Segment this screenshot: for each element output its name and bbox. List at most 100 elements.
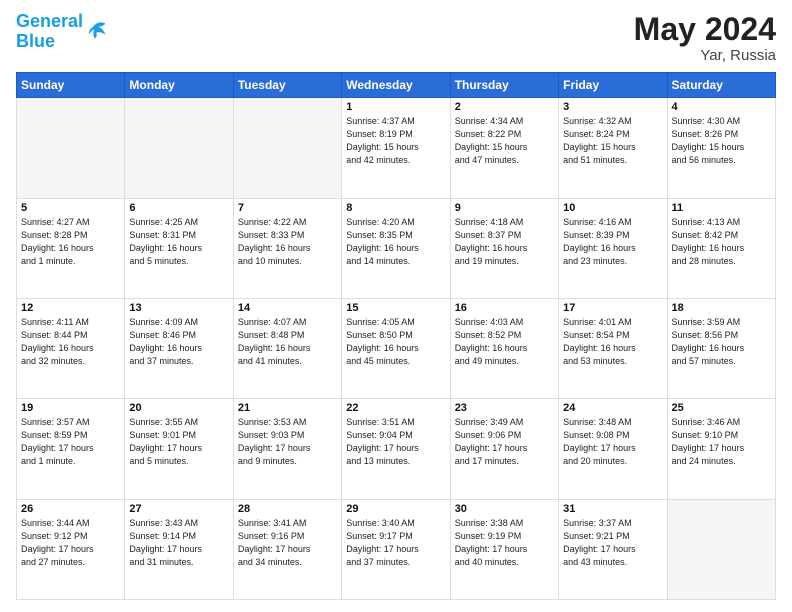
day-info: Sunrise: 4:13 AM Sunset: 8:42 PM Dayligh…: [672, 216, 771, 268]
calendar-title: May 2024: [634, 12, 776, 47]
day-number: 28: [238, 503, 337, 515]
day-info: Sunrise: 4:22 AM Sunset: 8:33 PM Dayligh…: [238, 216, 337, 268]
calendar-cell: 13Sunrise: 4:09 AM Sunset: 8:46 PM Dayli…: [125, 298, 233, 398]
day-number: 1: [346, 101, 445, 113]
calendar-week-4: 19 Sunrise: 3:57 AM Sunset: 8:59 PM Dayli…: [17, 399, 776, 499]
day-info: Sunrise: 3:51 AM Sunset: 9:04 PM Dayligh…: [346, 416, 445, 468]
calendar-cell: 24 Sunrise: 3:48 AM Sunset: 9:08 PM Dayli…: [559, 399, 667, 499]
header: General Blue May 2024 Yar, Russia: [16, 12, 776, 64]
logo: General Blue: [16, 12, 113, 52]
calendar-cell: 15Sunrise: 4:05 AM Sunset: 8:50 PM Dayli…: [342, 298, 450, 398]
day-info: Sunrise: 4:18 AM Sunset: 8:37 PM Dayligh…: [455, 216, 554, 268]
day-number: 25: [672, 402, 771, 414]
column-header-wednesday: Wednesday: [342, 73, 450, 98]
day-info: Sunrise: 3:40 AM Sunset: 9:17 PM Dayligh…: [346, 517, 445, 569]
day-info: Sunrise: 4:34 AM Sunset: 8:22 PM Dayligh…: [455, 115, 554, 167]
calendar-cell: 23 Sunrise: 3:49 AM Sunset: 9:06 PM Dayli…: [450, 399, 558, 499]
column-header-monday: Monday: [125, 73, 233, 98]
column-header-saturday: Saturday: [667, 73, 775, 98]
calendar-cell: 12Sunrise: 4:11 AM Sunset: 8:44 PM Dayli…: [17, 298, 125, 398]
day-number: 9: [455, 202, 554, 214]
day-number: 19: [21, 402, 120, 414]
day-number: 3: [563, 101, 662, 113]
day-info: Sunrise: 4:30 AM Sunset: 8:26 PM Dayligh…: [672, 115, 771, 167]
day-number: 10: [563, 202, 662, 214]
day-info: Sunrise: 3:48 AM Sunset: 9:08 PM Dayligh…: [563, 416, 662, 468]
calendar-header-row: SundayMondayTuesdayWednesdayThursdayFrid…: [17, 73, 776, 98]
day-info: Sunrise: 3:38 AM Sunset: 9:19 PM Dayligh…: [455, 517, 554, 569]
day-info: Sunrise: 3:59 AM Sunset: 8:56 PM Dayligh…: [672, 316, 771, 368]
day-info: Sunrise: 4:37 AM Sunset: 8:19 PM Dayligh…: [346, 115, 445, 167]
day-info: Sunrise: 4:01 AM Sunset: 8:54 PM Dayligh…: [563, 316, 662, 368]
day-info: Sunrise: 3:41 AM Sunset: 9:16 PM Dayligh…: [238, 517, 337, 569]
calendar-cell: 2 Sunrise: 4:34 AM Sunset: 8:22 PM Daylig…: [450, 98, 558, 198]
day-number: 14: [238, 302, 337, 314]
calendar-cell: 16Sunrise: 4:03 AM Sunset: 8:52 PM Dayli…: [450, 298, 558, 398]
calendar-cell: [125, 98, 233, 198]
day-info: Sunrise: 3:46 AM Sunset: 9:10 PM Dayligh…: [672, 416, 771, 468]
day-info: Sunrise: 3:49 AM Sunset: 9:06 PM Dayligh…: [455, 416, 554, 468]
day-number: 30: [455, 503, 554, 515]
logo-text: General Blue: [16, 12, 83, 52]
calendar-cell: 29Sunrise: 3:40 AM Sunset: 9:17 PM Dayli…: [342, 499, 450, 599]
day-number: 26: [21, 503, 120, 515]
day-number: 24: [563, 402, 662, 414]
calendar-week-3: 12Sunrise: 4:11 AM Sunset: 8:44 PM Dayli…: [17, 298, 776, 398]
column-header-thursday: Thursday: [450, 73, 558, 98]
day-info: Sunrise: 4:20 AM Sunset: 8:35 PM Dayligh…: [346, 216, 445, 268]
day-number: 7: [238, 202, 337, 214]
calendar-cell: 1 Sunrise: 4:37 AM Sunset: 8:19 PM Daylig…: [342, 98, 450, 198]
day-number: 4: [672, 101, 771, 113]
day-number: 31: [563, 503, 662, 515]
day-info: Sunrise: 3:53 AM Sunset: 9:03 PM Dayligh…: [238, 416, 337, 468]
day-info: Sunrise: 4:27 AM Sunset: 8:28 PM Dayligh…: [21, 216, 120, 268]
calendar-cell: 25 Sunrise: 3:46 AM Sunset: 9:10 PM Dayli…: [667, 399, 775, 499]
day-number: 15: [346, 302, 445, 314]
day-info: Sunrise: 4:25 AM Sunset: 8:31 PM Dayligh…: [129, 216, 228, 268]
calendar-cell: 4 Sunrise: 4:30 AM Sunset: 8:26 PM Daylig…: [667, 98, 775, 198]
day-number: 13: [129, 302, 228, 314]
day-number: 6: [129, 202, 228, 214]
calendar-cell: 7 Sunrise: 4:22 AM Sunset: 8:33 PM Daylig…: [233, 198, 341, 298]
day-number: 21: [238, 402, 337, 414]
page: General Blue May 2024 Yar, Russia Sunday…: [0, 0, 792, 612]
calendar-cell: 20Sunrise: 3:55 AM Sunset: 9:01 PM Dayli…: [125, 399, 233, 499]
day-number: 5: [21, 202, 120, 214]
day-number: 22: [346, 402, 445, 414]
calendar-cell: 19 Sunrise: 3:57 AM Sunset: 8:59 PM Dayli…: [17, 399, 125, 499]
day-number: 18: [672, 302, 771, 314]
calendar-cell: 14 Sunrise: 4:07 AM Sunset: 8:48 PM Dayli…: [233, 298, 341, 398]
day-number: 12: [21, 302, 120, 314]
column-header-tuesday: Tuesday: [233, 73, 341, 98]
day-info: Sunrise: 4:16 AM Sunset: 8:39 PM Dayligh…: [563, 216, 662, 268]
column-header-sunday: Sunday: [17, 73, 125, 98]
calendar-cell: 17Sunrise: 4:01 AM Sunset: 8:54 PM Dayli…: [559, 298, 667, 398]
title-block: May 2024 Yar, Russia: [634, 12, 776, 64]
calendar-cell: 28 Sunrise: 3:41 AM Sunset: 9:16 PM Dayli…: [233, 499, 341, 599]
calendar-cell: 8Sunrise: 4:20 AM Sunset: 8:35 PM Daylig…: [342, 198, 450, 298]
calendar-cell: 11 Sunrise: 4:13 AM Sunset: 8:42 PM Dayli…: [667, 198, 775, 298]
calendar-cell: [233, 98, 341, 198]
calendar-cell: 5 Sunrise: 4:27 AM Sunset: 8:28 PM Daylig…: [17, 198, 125, 298]
calendar-cell: 30 Sunrise: 3:38 AM Sunset: 9:19 PM Dayli…: [450, 499, 558, 599]
calendar-cell: 31Sunrise: 3:37 AM Sunset: 9:21 PM Dayli…: [559, 499, 667, 599]
day-number: 20: [129, 402, 228, 414]
calendar-week-2: 5 Sunrise: 4:27 AM Sunset: 8:28 PM Daylig…: [17, 198, 776, 298]
calendar-cell: 3 Sunrise: 4:32 AM Sunset: 8:24 PM Daylig…: [559, 98, 667, 198]
day-number: 11: [672, 202, 771, 214]
calendar-location: Yar, Russia: [634, 47, 776, 64]
day-info: Sunrise: 3:43 AM Sunset: 9:14 PM Dayligh…: [129, 517, 228, 569]
day-number: 16: [455, 302, 554, 314]
calendar-cell: 18 Sunrise: 3:59 AM Sunset: 8:56 PM Dayli…: [667, 298, 775, 398]
day-info: Sunrise: 4:32 AM Sunset: 8:24 PM Dayligh…: [563, 115, 662, 167]
day-info: Sunrise: 3:57 AM Sunset: 8:59 PM Dayligh…: [21, 416, 120, 468]
calendar-cell: [667, 499, 775, 599]
calendar-week-5: 26 Sunrise: 3:44 AM Sunset: 9:12 PM Dayli…: [17, 499, 776, 599]
day-info: Sunrise: 3:44 AM Sunset: 9:12 PM Dayligh…: [21, 517, 120, 569]
day-number: 2: [455, 101, 554, 113]
calendar-cell: 6 Sunrise: 4:25 AM Sunset: 8:31 PM Daylig…: [125, 198, 233, 298]
calendar-cell: 26 Sunrise: 3:44 AM Sunset: 9:12 PM Dayli…: [17, 499, 125, 599]
day-number: 23: [455, 402, 554, 414]
day-info: Sunrise: 4:07 AM Sunset: 8:48 PM Dayligh…: [238, 316, 337, 368]
calendar-cell: 9 Sunrise: 4:18 AM Sunset: 8:37 PM Daylig…: [450, 198, 558, 298]
